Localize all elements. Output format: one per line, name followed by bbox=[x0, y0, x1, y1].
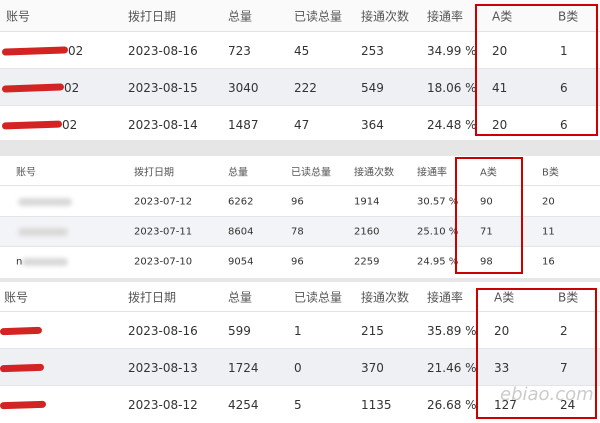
redaction-mark bbox=[1, 82, 65, 93]
col-rate: 接通率 bbox=[427, 9, 464, 24]
cell-total: 723 bbox=[228, 43, 251, 58]
cell-read-total: 5 bbox=[294, 397, 302, 412]
cell-connected: 549 bbox=[361, 80, 384, 95]
cell-total: 9054 bbox=[228, 256, 254, 268]
cell-connected: 2160 bbox=[354, 226, 380, 238]
cell-connected: 364 bbox=[361, 117, 384, 132]
col-date: 拨打日期 bbox=[128, 9, 177, 24]
blurred-account bbox=[18, 228, 68, 236]
cell-read-total: 222 bbox=[294, 80, 317, 95]
cell-total: 8604 bbox=[228, 226, 254, 238]
redaction-mark bbox=[0, 400, 47, 409]
col-connected: 接通次数 bbox=[361, 9, 410, 24]
col-date: 拨打日期 bbox=[134, 167, 174, 179]
cell-read-total: 78 bbox=[291, 226, 304, 238]
cell-account: n bbox=[16, 256, 23, 268]
col-account: 账号 bbox=[16, 167, 36, 179]
highlight-box bbox=[475, 4, 598, 136]
cell-date: 2023-08-14 bbox=[128, 117, 198, 132]
cell-rate: 25.10 % bbox=[417, 226, 459, 238]
redaction-mark bbox=[0, 326, 43, 335]
cell-date: 2023-08-15 bbox=[128, 80, 198, 95]
col-read-total: 已读总量 bbox=[291, 167, 331, 179]
cell-date: 2023-07-10 bbox=[134, 256, 193, 268]
cell-rate: 24.48 % bbox=[427, 117, 477, 132]
separator bbox=[0, 140, 600, 156]
cell-rate: 18.06 % bbox=[427, 80, 477, 95]
cell-connected: 1135 bbox=[361, 397, 392, 412]
cell-date: 2023-08-12 bbox=[128, 397, 198, 412]
cell-total: 1724 bbox=[228, 360, 259, 375]
col-b: B类 bbox=[542, 167, 559, 179]
col-account: 账号 bbox=[6, 9, 31, 24]
col-date: 拨打日期 bbox=[128, 290, 177, 305]
cell-read-total: 1 bbox=[294, 323, 302, 338]
col-total: 总量 bbox=[228, 9, 253, 24]
blurred-account bbox=[22, 258, 68, 266]
cell-account: 02 bbox=[62, 117, 78, 132]
cell-date: 2023-07-12 bbox=[134, 196, 193, 208]
cell-total: 4254 bbox=[228, 397, 259, 412]
cell-connected: 2259 bbox=[354, 256, 380, 268]
cell-read-total: 96 bbox=[291, 196, 304, 208]
cell-rate: 34.99 % bbox=[427, 43, 477, 58]
cell-account: 02 bbox=[64, 80, 80, 95]
cell-read-total: 96 bbox=[291, 256, 304, 268]
cell-b: 20 bbox=[542, 196, 555, 208]
col-total: 总量 bbox=[228, 290, 253, 305]
cell-rate: 21.46 % bbox=[427, 360, 477, 375]
cell-read-total: 0 bbox=[294, 360, 302, 375]
cell-b: 11 bbox=[542, 226, 555, 238]
stats-table-2: 账号 拨打日期 总量 已读总量 接通次数 接通率 A类 B类 2023-07-1… bbox=[0, 156, 600, 278]
stats-table-1: 账号 拨打日期 总量 已读总量 接通次数 接通率 A类 B类 02 2023-0… bbox=[0, 0, 600, 140]
cell-rate: 26.68 % bbox=[427, 397, 477, 412]
cell-total: 1487 bbox=[228, 117, 259, 132]
col-total: 总量 bbox=[228, 167, 248, 179]
cell-total: 6262 bbox=[228, 196, 254, 208]
stats-table-3: 账号 拨打日期 总量 已读总量 接通次数 接通率 A类 B类 2023-08-1… bbox=[0, 282, 600, 421]
col-rate: 接通率 bbox=[427, 290, 464, 305]
cell-connected: 1914 bbox=[354, 196, 380, 208]
col-account: 账号 bbox=[4, 290, 29, 305]
cell-connected: 370 bbox=[361, 360, 384, 375]
cell-connected: 215 bbox=[361, 323, 384, 338]
cell-date: 2023-08-16 bbox=[128, 43, 198, 58]
cell-read-total: 47 bbox=[294, 117, 310, 132]
cell-rate: 35.89 % bbox=[427, 323, 477, 338]
cell-b: 16 bbox=[542, 256, 555, 268]
col-connected: 接通次数 bbox=[361, 290, 410, 305]
cell-connected: 253 bbox=[361, 43, 384, 58]
highlight-box bbox=[455, 157, 523, 274]
col-rate: 接通率 bbox=[417, 167, 447, 179]
redaction-mark bbox=[0, 363, 45, 372]
cell-date: 2023-07-11 bbox=[134, 226, 193, 238]
cell-read-total: 45 bbox=[294, 43, 310, 58]
cell-date: 2023-08-16 bbox=[128, 323, 198, 338]
cell-total: 599 bbox=[228, 323, 251, 338]
cell-rate: 24.95 % bbox=[417, 256, 459, 268]
cell-account: 02 bbox=[68, 43, 84, 58]
blurred-account bbox=[18, 198, 72, 206]
cell-rate: 30.57 % bbox=[417, 196, 459, 208]
redaction-mark bbox=[1, 119, 63, 130]
redaction-mark bbox=[1, 45, 69, 56]
cell-total: 3040 bbox=[228, 80, 259, 95]
col-connected: 接通次数 bbox=[354, 167, 394, 179]
watermark: ebiao.com bbox=[500, 384, 594, 405]
col-read-total: 已读总量 bbox=[294, 9, 343, 24]
cell-date: 2023-08-13 bbox=[128, 360, 198, 375]
col-read-total: 已读总量 bbox=[294, 290, 343, 305]
